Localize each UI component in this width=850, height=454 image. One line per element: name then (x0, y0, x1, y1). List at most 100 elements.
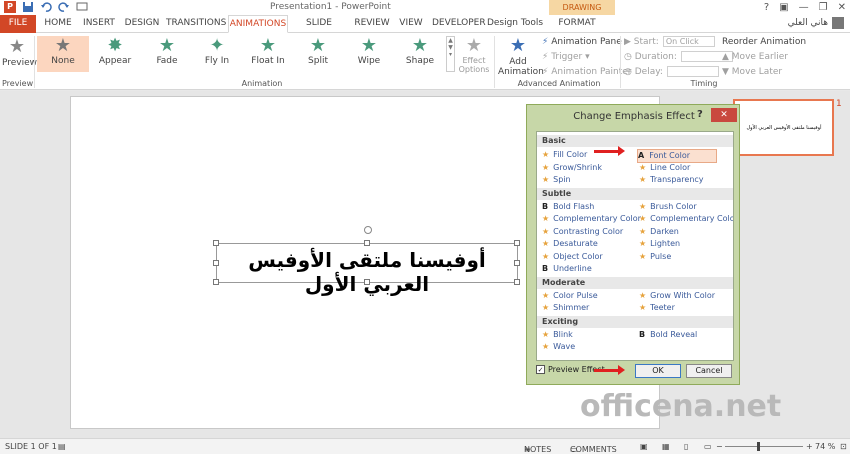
help-icon[interactable]: ? (764, 0, 769, 15)
effect-grow-with-color[interactable]: ★ Grow With Color (639, 290, 715, 302)
slideshow-icon[interactable] (76, 1, 88, 13)
user-account[interactable]: هاني العلي (788, 17, 844, 29)
zoom-level[interactable]: 74 % (815, 442, 835, 451)
effect-pulse[interactable]: ★ Pulse (639, 251, 671, 263)
trigger-button[interactable]: ⚡ Trigger ▾ (542, 50, 631, 65)
star-icon: ★ (542, 291, 550, 300)
normal-view-icon[interactable]: ▣ (640, 442, 648, 451)
effect-blink[interactable]: ★ Blink (542, 329, 573, 341)
effect-object-color[interactable]: ★ Object Color (542, 251, 603, 263)
effect-complementary-color[interactable]: ★ Complementary Color (542, 213, 641, 225)
tab-transitions[interactable]: TRANSITIONS (166, 15, 226, 33)
tab-format[interactable]: FORMAT (552, 15, 602, 33)
effect-wave[interactable]: ★ Wave (542, 341, 575, 353)
tab-design[interactable]: DESIGN (122, 15, 162, 33)
star-icon: ★ (542, 163, 550, 172)
add-animation-button[interactable]: ★ Add Animation (498, 35, 544, 77)
star-icon: ★ (542, 227, 550, 236)
dialog-close-icon[interactable]: ✕ (711, 108, 737, 122)
tab-slide-show[interactable]: SLIDE SHOW (292, 15, 346, 45)
effect-contrasting-color[interactable]: ★ Contrasting Color (542, 226, 623, 238)
effect-font-color[interactable]: A Font Color (637, 149, 718, 163)
animation-wipe[interactable]: ★ Wipe (343, 36, 395, 72)
tab-animations[interactable]: ANIMATIONS (228, 15, 288, 33)
effect-label: Complementary Color (553, 214, 641, 223)
preview-button[interactable]: ★ Preview (2, 36, 37, 68)
animation-pane-button[interactable]: ⚡ Animation Pane (542, 35, 631, 50)
star-icon: ★ (542, 175, 550, 184)
effect-darken[interactable]: ★ Darken (639, 226, 679, 238)
animation-fade[interactable]: ★ Fade (141, 36, 193, 72)
star-icon: ✦ (209, 35, 225, 56)
effect-color-pulse[interactable]: ★ Color Pulse (542, 290, 598, 302)
undo-icon[interactable] (40, 1, 52, 13)
start-select[interactable]: On Click (662, 36, 715, 47)
zoom-out-icon[interactable]: − (716, 442, 723, 451)
effect-desaturate[interactable]: ★ Desaturate (542, 238, 598, 250)
annotation-arrow-icon (594, 365, 625, 375)
tab-file[interactable]: FILE (0, 15, 36, 33)
effect-brush-color[interactable]: ★ Brush Color (639, 201, 697, 213)
restore-icon[interactable]: ❐ (819, 0, 828, 15)
zoom-slider-thumb[interactable] (757, 442, 760, 451)
slide-textbox[interactable]: أوفيسنا ملتقى الأوفيس العربي الأول (213, 226, 520, 296)
separator (34, 36, 35, 88)
start-icon: ▶ (624, 37, 631, 47)
tab-review[interactable]: REVIEW (350, 15, 394, 33)
effect-label: Complementary Color 2 (650, 214, 733, 223)
animation-split[interactable]: ★ Split (292, 36, 344, 72)
effect-bold-flash[interactable]: B Bold Flash (542, 201, 594, 213)
effect-complementary-color-2[interactable]: ★Complementary Color 2 (639, 213, 733, 225)
save-icon[interactable] (22, 1, 34, 13)
animation-float-in[interactable]: ★ Float In (242, 36, 294, 72)
move-later-button[interactable]: ▼ Move Later (722, 65, 806, 80)
duration-label: Duration: (634, 52, 677, 62)
cancel-button[interactable]: Cancel (686, 364, 732, 378)
tab-developer[interactable]: DEVELOPER (432, 15, 486, 33)
slide-thumbnail[interactable]: أوفيسنا ملتقى الأوفيس العربي الأول (733, 99, 834, 156)
effect-teeter[interactable]: ★ Teeter (639, 302, 675, 314)
effect-lighten[interactable]: ★ Lighten (639, 238, 680, 250)
effect-shimmer[interactable]: ★ Shimmer (542, 302, 589, 314)
effect-options-button[interactable]: ★ Effect Options (458, 36, 490, 75)
star-icon: ★ (360, 35, 378, 56)
effect-label: Font Color (649, 151, 691, 160)
resize-handle[interactable] (514, 240, 520, 246)
animation-none[interactable]: ★ None (37, 36, 89, 72)
dialog-help-icon[interactable]: ? (697, 109, 703, 120)
ok-button[interactable]: OK (635, 364, 681, 378)
category-moderate: Moderate (537, 277, 733, 289)
tab-view[interactable]: VIEW (396, 15, 426, 33)
zoom-in-icon[interactable]: + (806, 442, 813, 451)
minimize-icon[interactable]: — (799, 0, 809, 15)
gallery-scroll[interactable]: ▲ ▼ ▾ (446, 36, 455, 72)
resize-handle[interactable] (213, 240, 219, 246)
animation-appear[interactable]: ✸ Appear (89, 36, 141, 72)
move-earlier-button[interactable]: ▲ Move Earlier (722, 50, 806, 65)
zoom-slider[interactable] (725, 446, 803, 447)
tab-insert[interactable]: INSERT (80, 15, 118, 33)
resize-handle[interactable] (364, 240, 370, 246)
animation-painter-button[interactable]: ⚡ Animation Painter (542, 65, 631, 80)
slideshow-view-icon[interactable]: ▭ (704, 442, 712, 451)
effect-underline[interactable]: B Underline (542, 263, 592, 275)
delay-input[interactable] (666, 66, 719, 77)
effect-bold-reveal[interactable]: B Bold Reveal (639, 329, 697, 341)
effect-line-color[interactable]: ★ Line Color (639, 162, 690, 174)
effect-fill-color[interactable]: ★ Fill Color (542, 149, 587, 161)
close-icon[interactable]: ✕ (838, 0, 846, 15)
fit-to-window-icon[interactable]: ⊡ (840, 442, 847, 451)
tab-design-tools[interactable]: Design Tools (486, 15, 544, 33)
effect-grow-shrink[interactable]: ★ Grow/Shrink (542, 162, 602, 174)
effect-transparency[interactable]: ★ Transparency (639, 174, 704, 186)
tab-home[interactable]: HOME (40, 15, 76, 33)
ribbon-display-icon[interactable]: ▣ (779, 0, 788, 15)
rotate-handle[interactable] (364, 226, 372, 234)
animation-shape[interactable]: ★ Shape (394, 36, 446, 72)
redo-icon[interactable] (58, 1, 70, 13)
slide-sorter-icon[interactable]: ▦ (662, 442, 670, 451)
effect-spin[interactable]: ★ Spin (542, 174, 571, 186)
reading-view-icon[interactable]: ▯ (684, 442, 688, 451)
animation-fly-in[interactable]: ✦ Fly In (191, 36, 243, 72)
spellcheck-icon[interactable]: ▤ (58, 442, 66, 451)
